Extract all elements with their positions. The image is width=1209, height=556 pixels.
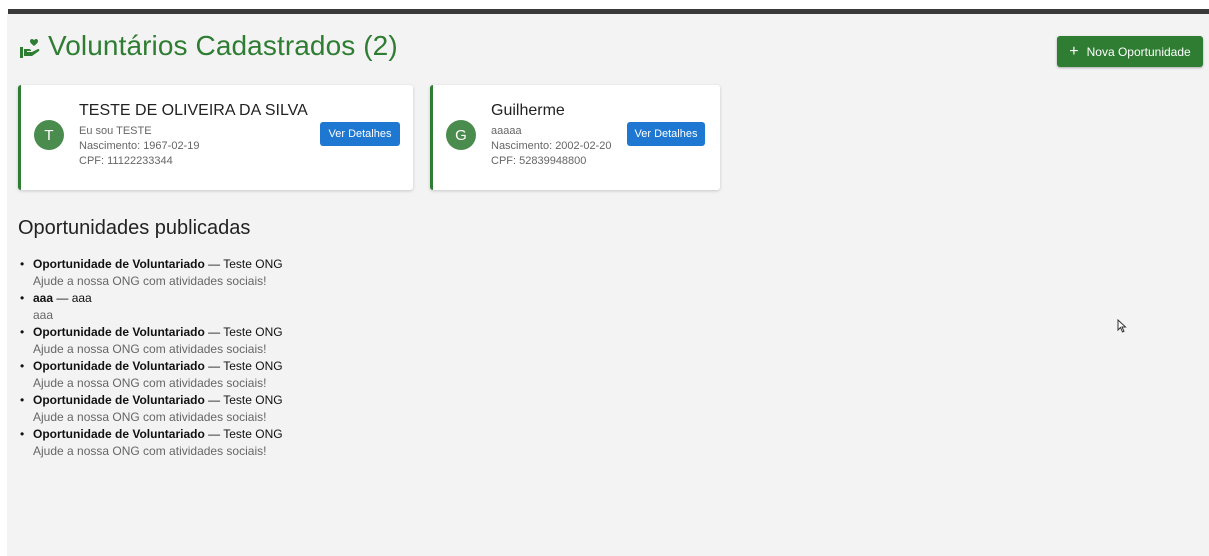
volunteer-bio: Eu sou TESTE [79,125,152,137]
volunteer-name: Guilherme [491,102,565,119]
opportunity-title: Oportunidade de Voluntariado [33,257,205,271]
page-header: Voluntários Cadastrados (2) [18,30,398,62]
view-details-button[interactable]: Ver Detalhes [320,122,400,146]
volunteer-card: T TESTE DE OLIVEIRA DA SILVA Eu sou TEST… [18,85,413,190]
volunteer-bio: aaaaa [491,125,522,137]
opportunity-description: Ajude a nossa ONG com atividades sociais… [33,342,267,356]
opportunities-list: Oportunidade de Voluntariado — Teste ONG… [20,256,283,460]
page-title: Voluntários Cadastrados (2) [48,30,398,61]
list-item: Oportunidade de Voluntariado — Teste ONG… [20,392,283,426]
opportunity-org: — Teste ONG [204,325,283,339]
new-opportunity-label: Nova Oportunidade [1086,44,1191,59]
list-item: Oportunidade de Voluntariado — Teste ONG… [20,324,283,358]
opportunity-title: aaa [33,291,54,305]
list-item: Oportunidade de Voluntariado — Teste ONG… [20,426,283,460]
plus-icon: + [1069,42,1079,60]
opportunity-org: — aaa [53,291,92,305]
opportunity-description: Ajude a nossa ONG com atividades sociais… [33,376,267,390]
opportunity-description: aaa [33,308,54,322]
opportunity-description: Ajude a nossa ONG com atividades sociais… [33,410,267,424]
new-opportunity-button[interactable]: + Nova Oportunidade [1057,36,1203,67]
volunteer-info: TESTE DE OLIVEIRA DA SILVA Eu sou TESTE … [79,102,308,169]
opportunity-description: Ajude a nossa ONG com atividades sociais… [33,444,267,458]
opportunity-title: Oportunidade de Voluntariado [33,359,205,373]
avatar: T [34,120,64,150]
opportunities-heading: Oportunidades publicadas [18,217,251,239]
mouse-cursor-icon [1117,319,1127,333]
opportunity-org: — Teste ONG [204,359,283,373]
opportunity-description: Ajude a nossa ONG com atividades sociais… [33,274,267,288]
list-item: Oportunidade de Voluntariado — Teste ONG… [20,358,283,392]
opportunity-title: Oportunidade de Voluntariado [33,427,205,441]
opportunity-title: Oportunidade de Voluntariado [33,393,205,407]
opportunity-org: — Teste ONG [204,427,283,441]
volunteer-info: Guilherme aaaaa Nascimento: 2002-02-20 C… [491,102,611,169]
volunteer-name: TESTE DE OLIVEIRA DA SILVA [79,102,308,119]
left-edge [0,14,7,556]
volunteer-cpf: CPF: 52839948800 [491,155,587,167]
volunteer-card: G Guilherme aaaaa Nascimento: 2002-02-20… [430,85,720,190]
top-border [8,9,1209,14]
volunteer-cpf: CPF: 11122233344 [79,155,173,167]
opportunity-org: — Teste ONG [204,393,283,407]
hand-heart-icon [20,39,40,58]
list-item: Oportunidade de Voluntariado — Teste ONG… [20,256,283,290]
view-details-button[interactable]: Ver Detalhes [627,122,705,146]
avatar: G [446,120,476,150]
list-item: aaa — aaa aaa [20,290,283,324]
volunteer-birth: Nascimento: 2002-02-20 [491,140,612,152]
opportunity-org: — Teste ONG [204,257,283,271]
opportunity-title: Oportunidade de Voluntariado [33,325,205,339]
volunteer-birth: Nascimento: 1967-02-19 [79,140,200,152]
